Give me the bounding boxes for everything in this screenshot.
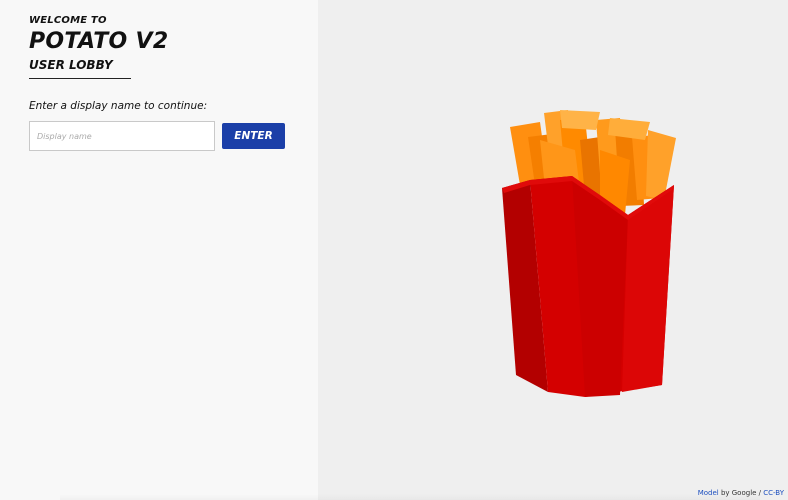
lobby-subtitle: USER LOBBY xyxy=(29,58,113,72)
page: WELCOME TO POTATO V2 USER LOBBY Enter a … xyxy=(0,0,788,500)
display-name-prompt: Enter a display name to continue: xyxy=(29,100,208,112)
license-link[interactable]: CC-BY xyxy=(763,489,784,497)
bottom-shadow xyxy=(60,494,760,500)
fries-box xyxy=(502,176,674,397)
title-divider xyxy=(29,78,131,79)
welcome-label: WELCOME TO xyxy=(29,15,107,26)
hero-title: WELCOME TO POTATO V2 USER LOBBY xyxy=(29,15,169,72)
french-fries-model[interactable] xyxy=(318,0,788,500)
app-name: POTATO V2 xyxy=(29,29,169,54)
enter-button[interactable]: ENTER xyxy=(222,123,285,149)
lobby-panel: WELCOME TO POTATO V2 USER LOBBY Enter a … xyxy=(0,0,318,500)
model-viewer[interactable]: Model by Google / CC-BY xyxy=(318,0,788,500)
display-name-input[interactable] xyxy=(29,121,215,151)
